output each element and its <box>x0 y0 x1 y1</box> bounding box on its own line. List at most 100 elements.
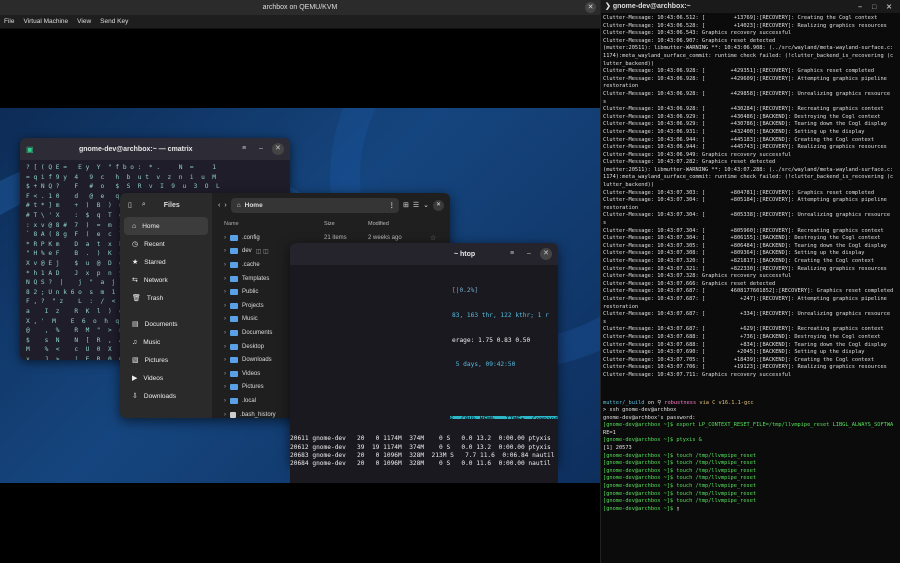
chevron-right-icon[interactable]: › <box>224 262 226 268</box>
sidebar-item-videos[interactable]: ▶ Videos <box>124 369 208 387</box>
process-row[interactable]: 20683 gnome-dev 20 0 1096M 328M 213M S 7… <box>290 452 558 460</box>
terminal-line: Clutter-Message: 10:43:06.543: Graphics … <box>603 30 792 37</box>
folder-icon <box>230 316 238 323</box>
terminal-line: Clutter-Message: 10:43:06.907: Graphics … <box>603 37 776 44</box>
terminal-line: Clutter-Message: 10:43:07.304: [ +805960… <box>603 227 884 234</box>
sidebar-item-documents[interactable]: ▤ Documents <box>124 315 208 333</box>
terminal-line: Clutter-Message: 10:43:07.282: Graphics … <box>603 159 776 166</box>
close-icon[interactable]: ✕ <box>585 2 596 13</box>
terminal-titlebar[interactable]: ❯ gnome-dev@archbox:~ – □ ✕ <box>601 0 900 13</box>
close-icon[interactable]: ✕ <box>271 143 284 155</box>
folder-icon <box>230 343 238 350</box>
htop-title: ~ htop <box>454 250 476 258</box>
chevron-right-icon[interactable]: › <box>224 248 226 254</box>
sidebar-item-downloads[interactable]: ⇩ Downloads <box>124 387 208 405</box>
folder-icon <box>230 397 238 404</box>
desktop: archbox on QEMU/KVM ✕ File Virtual Machi… <box>0 0 900 563</box>
more-icon[interactable]: ⋮ <box>388 201 395 209</box>
chevron-right-icon[interactable]: › <box>224 344 226 350</box>
star-icon[interactable]: ☆ <box>430 234 442 242</box>
chevron-right-icon[interactable]: › <box>224 398 226 404</box>
search-icon[interactable]: ⌕ <box>142 201 146 209</box>
sidebar-item-recent[interactable]: ◷ Recent <box>124 235 208 253</box>
column-headers: Name Size Modified <box>212 217 450 231</box>
menu-icon[interactable]: ≡ <box>506 248 518 260</box>
menu-file[interactable]: File <box>4 15 14 28</box>
host-terminal[interactable]: ❯ gnome-dev@archbox:~ – □ ✕ Clutter-Mess… <box>600 0 900 563</box>
menu-send-key[interactable]: Send Key <box>100 15 128 28</box>
terminal-line: restoration <box>603 303 639 310</box>
chevron-right-icon[interactable]: › <box>224 330 226 336</box>
sidebar-item-label: Pictures <box>144 356 169 364</box>
qemu-menubar: File Virtual Machine View Send Key <box>0 15 600 29</box>
chevron-right-icon[interactable]: › <box>224 303 226 309</box>
file-name: Videos <box>242 370 261 377</box>
terminal-line: Clutter-Message: 10:43:06.929: [ +430486… <box>603 113 881 120</box>
files-title: Files <box>163 201 180 209</box>
forward-icon[interactable]: › <box>224 202 226 209</box>
terminal-line: Clutter-Message: 10:43:07.688: [ +834]:[… <box>603 341 887 348</box>
terminal-line: Clutter-Message: 10:43:06.928: [ +430284… <box>603 106 884 113</box>
chevron-right-icon[interactable]: › <box>224 371 226 377</box>
terminal-line: Clutter-Message: 10:43:07.304: [ +806155… <box>603 235 881 242</box>
prompt-path: mutter/_build <box>603 399 645 406</box>
chevron-right-icon[interactable]: › <box>224 276 226 282</box>
menu-view[interactable]: View <box>77 15 91 28</box>
folder-icon <box>230 248 238 255</box>
back-icon[interactable]: ‹ <box>218 202 220 209</box>
chevron-right-icon[interactable]: › <box>224 384 226 390</box>
chevron-down-icon[interactable]: ⌄ <box>423 201 429 209</box>
vm-display[interactable]: ▣ gnome-dev@archbox:~ — cmatrix ≡ – ✕ ? … <box>0 108 600 483</box>
sidebar-item-label: Videos <box>143 374 164 382</box>
sidebar-item-label: Starred <box>144 258 166 266</box>
menu-virtual-machine[interactable]: Virtual Machine <box>23 15 68 28</box>
terminal-line: Clutter-Message: 10:43:06.949: Graphics … <box>603 151 792 158</box>
terminal-line: restoration <box>603 204 639 211</box>
sidebar-toggle-icon[interactable]: ▯ <box>128 201 132 209</box>
chevron-right-icon[interactable]: › <box>224 316 226 322</box>
column-name[interactable]: Name <box>212 221 324 227</box>
minimize-icon[interactable]: – <box>523 248 535 260</box>
folder-icon <box>230 370 238 377</box>
new-folder-icon[interactable]: ⊞ <box>403 201 409 209</box>
window-controls[interactable]: – □ ✕ <box>858 1 896 14</box>
sidebar-item-trash[interactable]: 🗑 Trash <box>124 289 208 307</box>
chevron-right-icon: ❯ <box>605 3 613 10</box>
folder-icon <box>230 302 238 309</box>
sidebar-item-network[interactable]: ⇆ Network <box>124 271 208 289</box>
column-size[interactable]: Size <box>324 221 368 227</box>
chevron-right-icon[interactable]: › <box>224 235 226 241</box>
folder-icon <box>230 357 238 364</box>
chevron-right-icon[interactable]: › <box>224 412 226 418</box>
terminal-line: Clutter-Message: 10:43:07.320: [ +821817… <box>603 258 875 264</box>
column-modified[interactable]: Modified <box>368 221 430 227</box>
matrix-line: = q i f 9 y 4 9 c h b u t v z n i u M <box>26 173 216 181</box>
terminal-icon[interactable]: ▣ <box>26 145 34 154</box>
process-row[interactable]: 20611 gnome-dev 20 0 1174M 374M 0 S 0.0 … <box>290 435 558 443</box>
qemu-titlebar[interactable]: archbox on QEMU/KVM ✕ <box>0 0 600 15</box>
process-row[interactable]: 20684 gnome-dev 20 0 1096M 328M 0 S 0.0 … <box>290 460 558 468</box>
close-icon[interactable]: ✕ <box>540 248 552 260</box>
process-row[interactable]: 20612 gnome-dev 39 19 1174M 374M 0 S 0.0… <box>290 444 558 452</box>
terminal-line: (mutter:20511): libmutter-WARNING **: 10… <box>603 166 894 173</box>
file-name-cell: › .config <box>212 234 324 241</box>
chevron-right-icon[interactable]: › <box>224 357 226 363</box>
view-icon[interactable]: ☰ <box>413 201 419 209</box>
sidebar-item-pictures[interactable]: ▧ Pictures <box>124 351 208 369</box>
terminal-line: [gnome-dev@archbox ~]$ touch /tmp/llvmpi… <box>603 460 757 467</box>
file-name: Projects <box>242 302 264 309</box>
chevron-right-icon[interactable]: › <box>224 289 226 295</box>
terminal-line: Clutter-Message: 10:43:06.928: [ +429351… <box>603 68 875 75</box>
link-icon: ◫ ◫ <box>255 248 269 255</box>
sidebar-item-starred[interactable]: ★ Starred <box>124 253 208 271</box>
menu-icon[interactable]: ≡ <box>238 143 250 155</box>
terminal-line: Clutter-Message: 10:43:07.308: [ +809364… <box>603 250 865 257</box>
terminal-line: s <box>603 220 607 227</box>
load-average: erage: 1.75 0.83 0.50 <box>452 336 531 344</box>
close-icon[interactable]: ✕ <box>433 199 444 211</box>
sidebar-item-home[interactable]: ⌂ Home <box>124 217 208 235</box>
file-modified: 2 weeks ago <box>368 234 402 241</box>
path-bar[interactable]: ⌂ Home ⋮ <box>230 197 399 213</box>
minimize-icon[interactable]: – <box>255 143 267 155</box>
sidebar-item-music[interactable]: ♫ Music <box>124 333 208 351</box>
